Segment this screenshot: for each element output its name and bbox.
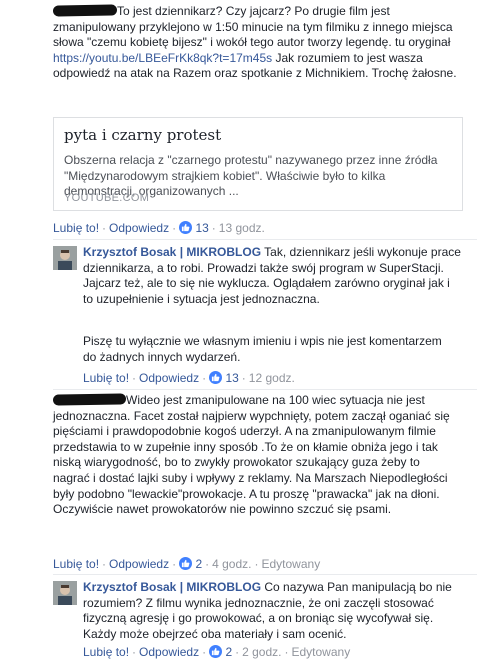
- youtube-link[interactable]: https://youtu.be/LBEeFrKk8qk?t=17m45s: [53, 51, 272, 65]
- like-thumb-icon: [209, 371, 223, 384]
- redacted-author-name: [52, 393, 127, 406]
- edited-label[interactable]: Edytowany: [262, 557, 321, 571]
- reply-author[interactable]: Krzysztof Bosak | MIKROBLOG: [83, 245, 261, 259]
- reply-body: Krzysztof Bosak | MIKROBLOG Tak, dzienni…: [83, 245, 463, 307]
- link-preview-title: pyta i czarny protest: [64, 126, 222, 144]
- reply-button[interactable]: Odpowiedz: [139, 371, 199, 385]
- comment-actions: Lubię to! · Odpowiedz · 13 · 13 godz.: [53, 221, 265, 235]
- comment-body: Wideo jest zmanipulowane na 100 wiec syt…: [52, 393, 458, 518]
- reply-body-paragraph: Piszę tu wyłącznie we własnym imieniu i …: [83, 334, 443, 365]
- comment-timestamp[interactable]: 4 godz.: [212, 557, 251, 571]
- redacted-author-name: [52, 4, 118, 17]
- comment-text: Wideo jest zmanipulowane na 100 wiec syt…: [53, 393, 450, 517]
- like-button[interactable]: Lubię to!: [53, 557, 99, 571]
- like-thumb-icon: [179, 221, 193, 234]
- comment-timestamp[interactable]: 13 godz.: [219, 221, 265, 235]
- like-button[interactable]: Lubię to!: [53, 221, 99, 235]
- reply-button[interactable]: Odpowiedz: [109, 557, 169, 571]
- comment-body: To jest dziennikarz? Czy jajcarz? Po dru…: [52, 4, 463, 82]
- reply-button[interactable]: Odpowiedz: [139, 645, 199, 659]
- reply-actions: Lubię to! · Odpowiedz · 2 · 2 godz. · Edytowany: [83, 645, 351, 659]
- like-button[interactable]: Lubię to!: [83, 645, 129, 659]
- comment-actions: Lubię to! · Odpowiedz · 2 · 4 godz. · Edytowany: [53, 557, 321, 571]
- reply-author[interactable]: Krzysztof Bosak | MIKROBLOG: [83, 580, 261, 594]
- reply-button[interactable]: Odpowiedz: [109, 221, 169, 235]
- reply-text-2: Piszę tu wyłącznie we własnym imieniu i …: [83, 334, 442, 364]
- link-preview-source: YOUTUBE.COM: [64, 192, 150, 204]
- like-count[interactable]: 13: [225, 371, 238, 385]
- like-button[interactable]: Lubię to!: [83, 371, 129, 385]
- avatar[interactable]: [53, 581, 77, 605]
- comments-thread: To jest dziennikarz? Czy jajcarz? Po dru…: [0, 0, 477, 663]
- link-preview-card[interactable]: pyta i czarny protest Obszerna relacja z…: [53, 117, 463, 211]
- edited-label[interactable]: Edytowany: [292, 645, 351, 659]
- like-thumb-icon: [179, 557, 193, 570]
- reply-timestamp[interactable]: 12 godz.: [249, 371, 295, 385]
- like-thumb-icon: [209, 645, 223, 658]
- reply-body: Krzysztof Bosak | MIKROBLOG Co nazywa Pa…: [83, 580, 463, 642]
- reply-actions: Lubię to! · Odpowiedz · 13 · 12 godz.: [83, 371, 295, 385]
- avatar[interactable]: [53, 246, 77, 270]
- like-count[interactable]: 13: [195, 221, 208, 235]
- reply-timestamp[interactable]: 2 godz.: [242, 645, 281, 659]
